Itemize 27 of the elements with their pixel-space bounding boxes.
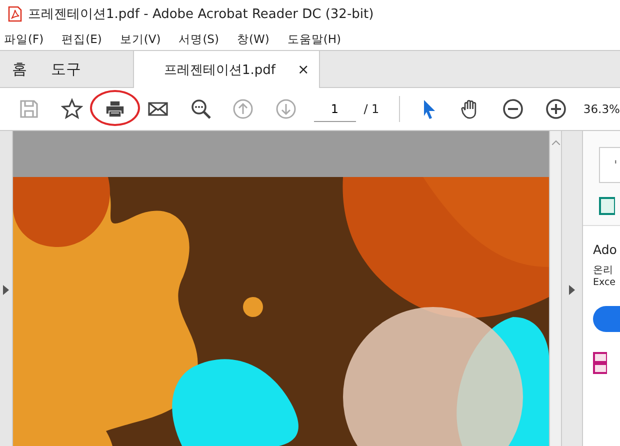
tab[interactable]: 홈 [0, 51, 39, 87]
zoom-in-icon[interactable] [545, 98, 567, 120]
app-icon[interactable] [599, 197, 615, 215]
page-total: / 1 [364, 102, 380, 116]
menu-item[interactable]: 도움말(H) [285, 32, 349, 46]
pages-icon[interactable] [593, 352, 607, 374]
expand-right-icon[interactable] [569, 284, 575, 294]
tab[interactable]: 도구 [39, 51, 93, 87]
zoom-level[interactable]: 36.3% [583, 102, 620, 116]
panel-text: 온리 [593, 264, 614, 277]
print-icon[interactable] [104, 98, 126, 120]
menu-item[interactable]: 보기(V) [118, 32, 169, 46]
panel-text: Exce [593, 277, 617, 288]
menu-item[interactable]: 편집(E) [60, 32, 110, 46]
search-field[interactable]: ' [599, 147, 620, 183]
star-icon[interactable] [61, 98, 84, 120]
window-title: 프레젠테이션1.pdf - Adobe Acrobat Reader DC (32-bit) [28, 6, 374, 23]
pdf-file-icon [8, 6, 22, 22]
menu-item[interactable]: 창(W) [234, 32, 278, 46]
expand-left-icon[interactable] [3, 284, 9, 294]
menu-item[interactable]: 서명(S) [176, 32, 227, 46]
search-icon[interactable] [190, 98, 212, 120]
tab[interactable]: 프레젠테이션1.pdf × [133, 51, 320, 88]
menu-item[interactable]: 파일(F) [2, 32, 52, 46]
panel-heading: Ado [593, 242, 618, 257]
zoom-out-icon[interactable] [502, 98, 524, 120]
close-tab-icon[interactable]: × [297, 62, 310, 78]
